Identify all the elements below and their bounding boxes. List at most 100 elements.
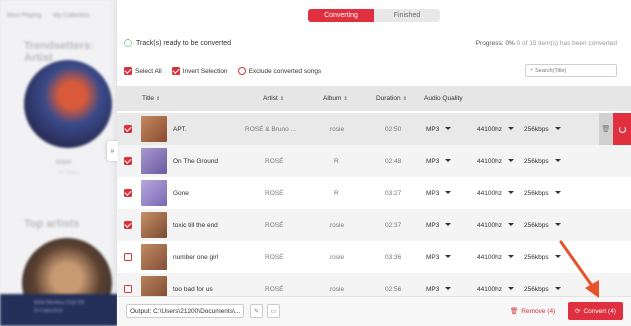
track-artist: ROSÉ (265, 254, 284, 261)
column-title-label: Title (142, 95, 155, 102)
row-checkbox[interactable] (124, 189, 132, 197)
row-checkbox[interactable] (124, 253, 132, 261)
track-duration: 02:56 (385, 286, 402, 293)
format-select[interactable]: MP3 (426, 126, 451, 133)
checkbox-icon (124, 67, 132, 75)
edit-path-button[interactable]: ✎ (250, 304, 263, 318)
bitrate-select[interactable]: 256kbps (524, 222, 561, 229)
column-artist[interactable]: Artist ⇕ (263, 95, 284, 102)
background-app: Most Playing My Collection Trendsetters:… (0, 0, 118, 326)
selection-toolbar: Select All Invert Selection Exclude conv… (124, 64, 624, 78)
tab-finished[interactable]: Finished (374, 9, 440, 22)
bitrate-select[interactable]: 256kbps (524, 190, 561, 197)
trash-icon[interactable]: 🗑 (599, 113, 613, 145)
row-checkbox[interactable] (124, 125, 132, 133)
convert-row-button[interactable] (613, 113, 631, 145)
background-subcaption: 14 Tracks (58, 170, 80, 176)
track-duration: 03:27 (385, 190, 402, 197)
bitrate-select[interactable]: 256kbps (524, 126, 561, 133)
samplerate-select[interactable]: 44100hz (477, 222, 514, 229)
select-all-label: Select All (135, 67, 162, 75)
track-album: R (334, 158, 339, 165)
ready-text: Track(s) ready to be converted (136, 39, 232, 47)
select-all-checkbox[interactable]: Select All (124, 67, 162, 75)
bitrate-select[interactable]: 256kbps (524, 286, 561, 293)
convert-button[interactable]: ⟳ Convert (4) (568, 302, 623, 320)
track-artist: ROSÉ (265, 286, 284, 293)
format-select[interactable]: MP3 (426, 222, 451, 229)
row-checkbox[interactable] (124, 221, 132, 229)
search-icon: ⌕ (530, 67, 534, 73)
table-row[interactable]: APT. ROSÉ & Bruno ... rosie 02:50 MP3 44… (117, 113, 631, 145)
table-row[interactable]: toxic till the end ROSÉ rosie 02:37 MP3 … (117, 209, 631, 241)
convert-icon: ⟳ (575, 308, 581, 315)
background-caption: Bilibili (56, 160, 72, 166)
converter-panel: Converting Finished Track(s) ready to be… (117, 0, 631, 326)
output-path-field[interactable]: Output: C:\Users\21200\Documents\... (126, 304, 244, 318)
checkbox-icon (171, 67, 180, 75)
exclude-converted-toggle[interactable]: Exclude converted songs (237, 67, 322, 75)
track-list: APT. ROSÉ & Bruno ... rosie 02:50 MP3 44… (117, 111, 631, 296)
background-nav: Most Playing My Collection (7, 13, 89, 19)
convert-label: Convert (4) (583, 307, 616, 315)
table-row[interactable]: On The Ground ROSÉ R 02:48 MP3 44100hz 2… (117, 145, 631, 177)
album-art (141, 212, 167, 238)
track-album: rosie (330, 254, 345, 261)
remove-button[interactable]: 🗑 Remove (4) (510, 307, 556, 316)
column-audio-quality: Audio Quality (424, 95, 463, 102)
sort-icon: ⇕ (402, 95, 407, 102)
convert-icon (618, 125, 626, 133)
sort-icon: ⇕ (156, 95, 161, 102)
background-section-title-2: Top artists (24, 218, 80, 230)
tab-converting[interactable]: Converting (308, 9, 374, 22)
sort-icon: ⇕ (279, 95, 285, 102)
bitrate-select[interactable]: 256kbps (524, 158, 561, 165)
edit-icon: ✎ (253, 308, 260, 315)
progress-text: Progress: 0% 0 of 15 item(s) has been co… (476, 40, 617, 47)
collapse-icon: » (110, 147, 115, 155)
collapse-panel-button[interactable]: » (107, 141, 118, 161)
row-actions: 🗑 (599, 113, 631, 145)
track-album: R (334, 190, 339, 197)
samplerate-select[interactable]: 44100hz (477, 126, 514, 133)
row-checkbox[interactable] (124, 157, 132, 165)
samplerate-select[interactable]: 44100hz (477, 254, 514, 261)
column-album-label: Album (323, 95, 342, 102)
status-row: Track(s) ready to be converted Progress:… (124, 39, 624, 47)
samplerate-select[interactable]: 44100hz (477, 158, 514, 165)
sort-icon: ⇕ (343, 95, 348, 102)
album-art (141, 276, 167, 296)
track-title: toxic till the end (173, 222, 218, 229)
table-row[interactable]: Gone ROSÉ R 03:27 MP3 44100hz 256kbps (117, 177, 631, 209)
track-artist: ROSÉ & Bruno ... (245, 126, 296, 133)
track-duration: 03:36 (385, 254, 402, 261)
open-folder-button[interactable]: ▭ (267, 304, 280, 318)
row-checkbox[interactable] (124, 285, 132, 293)
column-artist-label: Artist (263, 95, 278, 102)
track-duration: 02:48 (385, 158, 402, 165)
column-title[interactable]: Title ⇕ (142, 95, 160, 102)
column-duration[interactable]: Duration ⇕ (376, 95, 407, 102)
table-row[interactable]: number one girl ROSÉ rosie 03:36 MP3 441… (117, 241, 631, 273)
trash-icon: 🗑 (510, 308, 519, 315)
invert-selection-checkbox[interactable]: Invert Selection (171, 67, 228, 75)
album-art (141, 180, 167, 206)
samplerate-select[interactable]: 44100hz (477, 286, 514, 293)
format-select[interactable]: MP3 (426, 190, 451, 197)
album-art (141, 148, 167, 174)
bitrate-select[interactable]: 256kbps (524, 254, 561, 261)
tab-bar: Converting Finished (308, 9, 440, 22)
search-input[interactable] (535, 67, 616, 74)
table-header: Title ⇕ Artist ⇕ Album ⇕ Duration ⇕ Audio Qu… (117, 86, 631, 111)
exclude-converted-label: Exclude converted songs (248, 67, 322, 75)
format-select[interactable]: MP3 (426, 254, 451, 261)
track-album: rosie (330, 286, 345, 293)
table-row[interactable]: too bad for us ROSÉ rosie 02:56 MP3 4410… (117, 273, 631, 296)
column-album[interactable]: Album ⇕ (323, 95, 348, 102)
format-select[interactable]: MP3 (426, 158, 451, 165)
remove-label: Remove (4) (521, 307, 556, 315)
samplerate-select[interactable]: 44100hz (477, 190, 514, 197)
progress-detail: 0 of 15 item(s) has been converted (516, 39, 617, 47)
album-art (141, 116, 167, 142)
format-select[interactable]: MP3 (426, 286, 451, 293)
